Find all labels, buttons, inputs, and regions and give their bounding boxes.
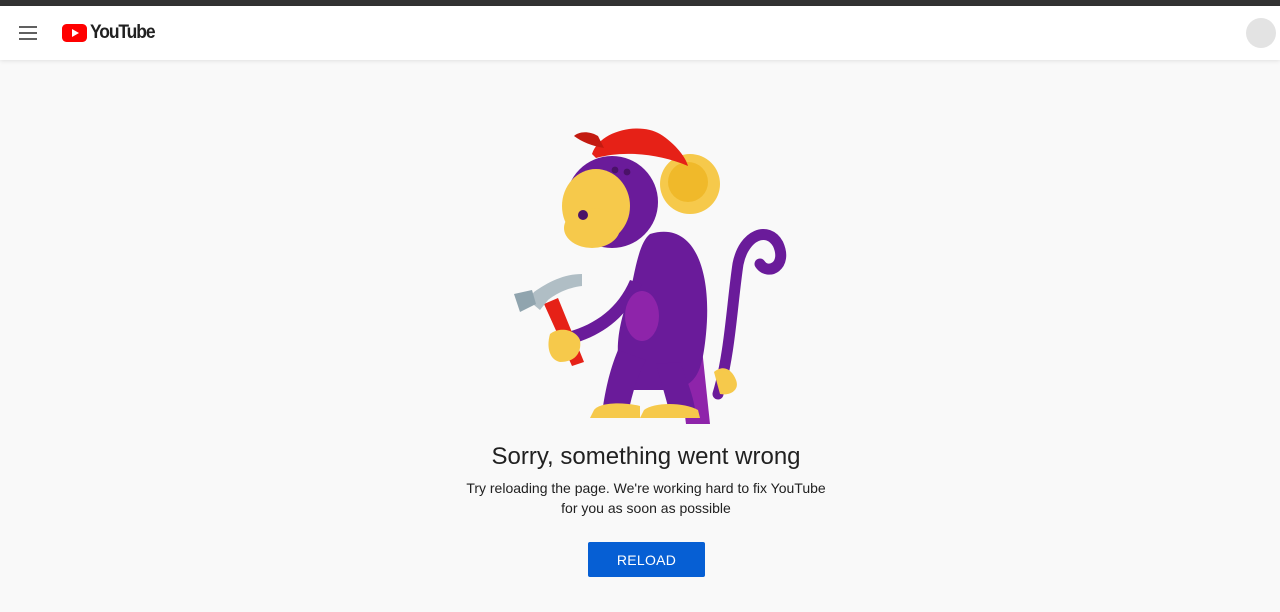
youtube-logo[interactable]: YouTube bbox=[62, 21, 160, 45]
hammer-claw bbox=[514, 290, 536, 312]
monkey-eye-right bbox=[623, 168, 631, 176]
error-title: Sorry, something went wrong bbox=[491, 443, 801, 470]
avatar[interactable] bbox=[1246, 18, 1276, 48]
error-page: Sorry, something went wrong Try reloadin… bbox=[0, 60, 1280, 612]
menu-button[interactable] bbox=[12, 17, 44, 49]
monkey-muzzle bbox=[564, 208, 620, 248]
logo-text: YouTube bbox=[90, 22, 156, 43]
masthead: YouTube bbox=[0, 6, 1280, 60]
error-description: Try reloading the page. We're working ha… bbox=[466, 480, 826, 516]
reload-button[interactable]: RELOAD bbox=[588, 542, 705, 577]
monkey-belly bbox=[625, 291, 659, 341]
monkey-eye-left bbox=[611, 166, 619, 174]
monkey-nostril bbox=[578, 210, 588, 220]
monkey-ear-inner bbox=[668, 162, 708, 202]
monkey-cap-brim bbox=[574, 132, 604, 148]
youtube-play-icon bbox=[62, 24, 87, 42]
monkey-with-hammer-illustration bbox=[514, 128, 787, 424]
hamburger-menu-icon bbox=[19, 26, 37, 40]
monkey-front-foot bbox=[590, 403, 640, 418]
